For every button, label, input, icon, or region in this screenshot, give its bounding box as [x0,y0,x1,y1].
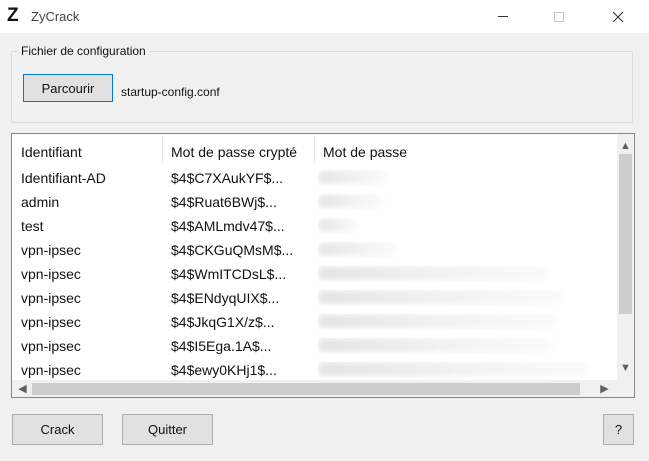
table-row[interactable]: vpn-ipsec $4$I5Ega.1A$... [12,334,617,358]
vertical-scroll-thumb[interactable] [619,154,632,314]
title-bar: Z ZyCrack [0,0,649,33]
quit-button[interactable]: Quitter [122,414,213,445]
column-header-encrypted-password[interactable]: Mot de passe crypté [162,134,314,166]
cell-identifiant: vpn-ipsec [21,242,81,258]
close-icon [612,11,624,22]
cell-encrypted-password: $4$C7XAukYF$... [171,170,284,186]
cell-identifiant: vpn-ipsec [21,362,81,378]
table-row[interactable]: vpn-ipsec $4$CKGuQMsM$... [12,238,617,262]
minimize-button[interactable] [480,0,526,33]
scroll-up-icon[interactable]: ▲ [617,138,634,154]
results-listview[interactable]: Identifiant Mot de passe crypté Mot de p… [11,133,635,398]
cell-identifiant: vpn-ipsec [21,266,81,282]
cell-identifiant: test [21,218,44,234]
table-row[interactable]: vpn-ipsec $4$ewy0KHj1$... [12,358,617,382]
minimize-icon [498,16,508,17]
column-header-password[interactable]: Mot de passe [314,134,614,166]
config-file-name: startup-config.conf [121,85,220,99]
cell-password-blurred [318,218,608,234]
cell-password-blurred [318,314,608,330]
list-header: Identifiant Mot de passe crypté Mot de p… [12,134,617,166]
scroll-left-icon[interactable]: ◀ [14,381,31,397]
table-row[interactable]: vpn-ipsec $4$WmITCDsL$... [12,262,617,286]
cell-encrypted-password: $4$WmITCDsL$... [171,266,287,282]
maximize-button [536,0,582,33]
cell-encrypted-password: $4$ENdyqUIX$... [171,290,280,306]
scroll-down-icon[interactable]: ▼ [617,360,634,376]
maximize-icon [554,11,564,22]
browse-button[interactable]: Parcourir [23,74,113,102]
table-row[interactable]: admin $4$Ruat6BWj$... [12,190,617,214]
cell-password-blurred [318,266,608,282]
cell-password-blurred [318,170,608,186]
crack-button[interactable]: Crack [12,414,103,445]
cell-encrypted-password: $4$ewy0KHj1$... [171,362,277,378]
table-row[interactable]: test $4$AMLmdv47$... [12,214,617,238]
cell-password-blurred [318,362,608,378]
table-row[interactable]: vpn-ipsec $4$ENdyqUIX$... [12,286,617,310]
cell-identifiant: vpn-ipsec [21,314,81,330]
cell-identifiant: Identifiant-AD [21,170,106,186]
cell-encrypted-password: $4$Ruat6BWj$... [171,194,277,210]
horizontal-scrollbar[interactable]: ◀ ▶ [12,380,617,397]
vertical-scrollbar[interactable]: ▲ ▼ [617,134,634,380]
cell-password-blurred [318,242,608,258]
app-logo-icon: Z [7,5,19,26]
window-title: ZyCrack [31,9,80,24]
help-button[interactable]: ? [603,414,634,445]
cell-identifiant: vpn-ipsec [21,338,81,354]
close-button[interactable] [595,0,641,33]
table-row[interactable]: vpn-ipsec $4$JkqG1X/z$... [12,310,617,334]
cell-identifiant: admin [21,194,60,210]
cell-encrypted-password: $4$JkqG1X/z$... [171,314,275,330]
cell-encrypted-password: $4$I5Ega.1A$... [171,338,272,354]
cell-encrypted-password: $4$CKGuQMsM$... [171,242,294,258]
column-header-identifiant[interactable]: Identifiant [12,134,162,166]
table-row[interactable]: Identifiant-AD $4$C7XAukYF$... [12,166,617,190]
cell-password-blurred [318,194,608,210]
scroll-right-icon[interactable]: ▶ [596,381,613,397]
horizontal-scroll-thumb[interactable] [32,383,580,395]
cell-identifiant: vpn-ipsec [21,290,81,306]
cell-password-blurred [318,338,608,354]
cell-password-blurred [318,290,608,306]
cell-encrypted-password: $4$AMLmdv47$... [171,218,285,234]
config-group-label: Fichier de configuration [17,44,150,58]
scrollbar-corner [617,380,634,397]
